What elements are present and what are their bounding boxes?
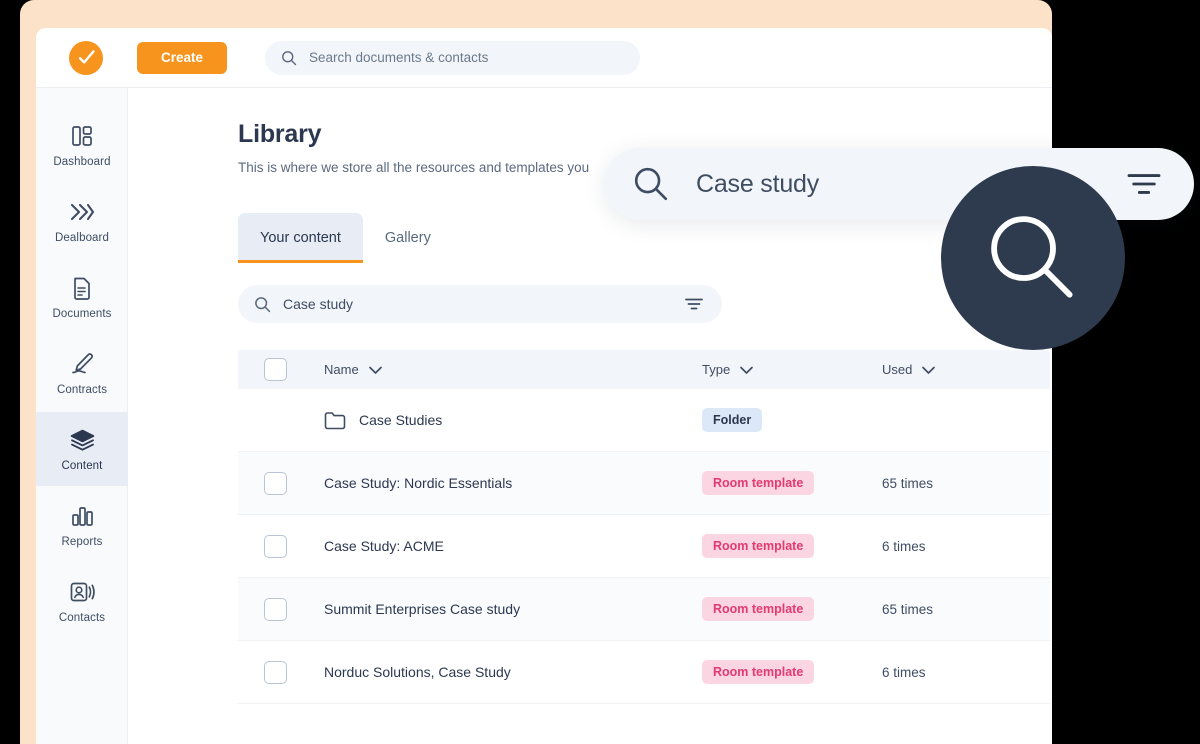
row-name-label: Norduc Solutions, Case Study [324,664,511,680]
sidebar-item-dashboard[interactable]: Dashboard [36,108,128,182]
row-name-cell: Norduc Solutions, Case Study [324,664,702,680]
sidebar-item-label: Dealboard [55,231,109,244]
row-type-cell: Folder [702,408,882,432]
library-search-value: Case study [283,296,354,312]
sidebar-item-content[interactable]: Content [36,412,128,486]
layers-icon [69,427,96,453]
chevron-down-icon [922,366,936,374]
row-used-cell: 65 times [882,601,934,617]
row-type-cell: Room template [702,534,882,558]
row-type-cell: Room template [702,660,882,684]
column-header-used[interactable]: Used [882,362,1032,377]
table-row[interactable]: Case Studies Folder [238,389,1050,452]
filter-icon[interactable] [1124,169,1164,199]
column-header-label: Type [702,362,731,377]
table-row[interactable]: Case Study: ACME Room template 6 times [238,515,1050,578]
sidebar-item-label: Documents [52,307,112,320]
chevron-down-icon [368,366,382,374]
search-icon [991,216,1073,298]
search-icon [634,167,668,201]
row-name-cell: Case Studies [324,411,702,430]
orange-check-circle-logo[interactable] [69,40,103,75]
row-name-label: Case Study: Nordic Essentials [324,475,513,491]
content-table: Name Type Used Case Studies Folder Case … [238,350,1050,704]
screenshot-stage: Create Search documents & contacts Dashb… [0,0,1200,744]
sidebar-item-contracts[interactable]: Contracts [36,336,128,410]
column-header-name[interactable]: Name [324,362,702,377]
row-name-label: Summit Enterprises Case study [324,601,521,617]
row-checkbox[interactable] [264,471,287,495]
table-row[interactable]: Case Study: Nordic Essentials Room templ… [238,452,1050,515]
row-used-cell: 65 times [882,475,934,491]
row-name-label: Case Studies [359,412,443,428]
top-bar: Create Search documents & contacts [36,28,1052,88]
status-badge: Room template [702,534,815,558]
search-icon [282,50,297,65]
row-used-cell: 6 times [882,664,926,680]
select-all-cell [238,358,324,381]
status-badge: Room template [702,471,815,495]
magnifier-callout-badge [941,166,1125,350]
table-row[interactable]: Summit Enterprises Case study Room templ… [238,578,1050,641]
chevrons-right-icon [69,199,95,225]
document-icon [71,275,93,301]
app-window: Create Search documents & contacts Dashb… [36,28,1052,744]
bar-chart-icon [70,503,95,529]
contact-card-icon [69,579,95,605]
row-used-cell: 6 times [882,538,926,554]
row-name-cell: Summit Enterprises Case study [324,601,702,617]
filter-icon[interactable] [684,296,704,312]
column-header-label: Name [324,362,359,377]
sidebar: Dashboard Dealboard Documents Contracts … [36,88,128,744]
select-all-checkbox[interactable] [264,358,287,381]
row-select-cell [238,534,324,558]
row-name-cell: Case Study: Nordic Essentials [324,475,702,491]
sidebar-item-reports[interactable]: Reports [36,488,128,562]
pen-signature-icon [69,351,95,377]
sidebar-item-label: Contacts [58,611,106,624]
global-search-placeholder: Search documents & contacts [309,50,489,65]
row-checkbox[interactable] [264,597,287,621]
search-icon [255,296,271,312]
sidebar-item-label: Dashboard [53,155,111,168]
sidebar-item-dealboard[interactable]: Dealboard [36,184,128,258]
tab-bar: Your content Gallery [238,213,1052,263]
row-name-label: Case Study: ACME [324,538,444,554]
global-search-input[interactable]: Search documents & contacts [265,40,640,75]
library-search-input[interactable]: Case study [238,285,722,323]
status-badge: Folder [702,408,763,432]
page-title: Library [238,120,322,148]
column-header-label: Used [882,362,913,377]
row-select-cell [238,471,324,495]
status-badge: Room template [702,660,815,684]
row-checkbox[interactable] [264,660,287,684]
dashboard-icon [70,123,94,149]
row-checkbox[interactable] [264,534,287,558]
tab-gallery[interactable]: Gallery [363,213,453,263]
table-row[interactable]: Norduc Solutions, Case Study Room templa… [238,641,1050,704]
sidebar-item-label: Contracts [56,383,108,396]
chevron-down-icon [740,366,754,374]
row-type-cell: Room template [702,597,882,621]
sidebar-item-contacts[interactable]: Contacts [36,564,128,638]
row-select-cell [238,597,324,621]
status-badge: Room template [702,597,815,621]
tab-your-content[interactable]: Your content [238,213,363,263]
row-type-cell: Room template [702,471,882,495]
row-name-cell: Case Study: ACME [324,538,702,554]
table-header-row: Name Type Used [238,350,1050,389]
sidebar-item-documents[interactable]: Documents [36,260,128,334]
row-select-cell [238,660,324,684]
sidebar-item-label: Reports [61,535,103,548]
column-header-type[interactable]: Type [702,362,882,377]
create-button[interactable]: Create [137,41,227,74]
sidebar-item-label: Content [61,459,103,472]
folder-icon [324,411,346,429]
